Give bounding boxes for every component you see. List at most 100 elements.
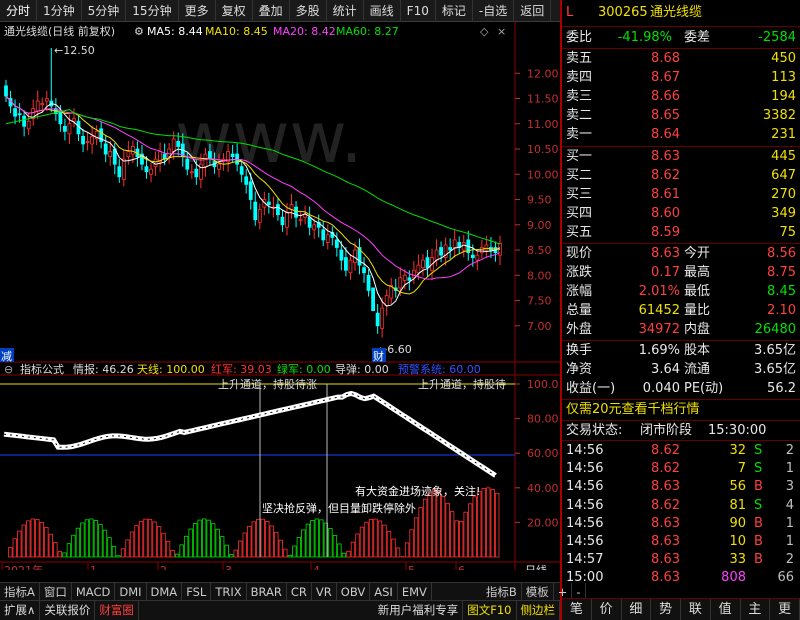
toolbar-item[interactable]: 叠加	[253, 0, 290, 22]
toolbar-item[interactable]: 画线	[364, 0, 401, 22]
sell-volume: 113	[771, 70, 796, 85]
settings-icon[interactable]: ⚙	[134, 25, 144, 38]
quote-tab[interactable]: 主	[741, 599, 771, 620]
indicator-tab[interactable]: BRAR	[247, 582, 287, 601]
buy-price: 8.61	[651, 187, 680, 202]
quote-tab[interactable]: 笔	[562, 599, 592, 620]
sell-volume: 450	[771, 51, 796, 66]
quote-tab[interactable]: 值	[711, 599, 741, 620]
candle-body	[375, 312, 380, 327]
toolbar-item[interactable]: 分时	[0, 0, 38, 22]
buy-volume: 647	[771, 168, 796, 183]
quote-tab[interactable]: 细	[622, 599, 652, 620]
bottom-left-item[interactable]: 扩展∧	[0, 601, 41, 620]
stat-row: 现价 8.63 今开 8.56	[562, 245, 800, 263]
candle-body	[4, 85, 8, 97]
price-tick-label: 7.50	[527, 295, 552, 308]
buy-level-label: 买三	[566, 187, 593, 202]
quote-tab[interactable]: 更	[770, 599, 800, 620]
buy-level-label: 买五	[566, 225, 593, 240]
sell-row: 卖四 8.67 113	[562, 69, 800, 87]
buy-row: 买二 8.62 647	[562, 167, 800, 185]
stat-row: 总量 61452 量比 2.10	[562, 302, 800, 320]
diamond-icon[interactable]: ◇	[480, 25, 489, 38]
indicator-tab[interactable]: EMV	[398, 582, 432, 601]
toolbar-item[interactable]: F10	[401, 0, 436, 22]
candle-body	[35, 100, 40, 112]
tick-price: 8.62	[651, 443, 680, 458]
candle-body	[26, 120, 31, 130]
indicator-tab[interactable]: ASI	[370, 582, 398, 601]
toolbar-item[interactable]: 更多	[179, 0, 216, 22]
promo-row[interactable]: 仅需20元查看千档行情	[562, 401, 800, 419]
tick-row: 14:56 8.62 32 S 2	[562, 442, 800, 460]
sell-price: 8.66	[651, 89, 680, 104]
indicator-tab[interactable]: DMI	[115, 582, 147, 601]
bottom-left-item[interactable]: 财富圈	[95, 601, 139, 620]
candle-body	[402, 274, 407, 281]
indicator-tab[interactable]: 指标B	[482, 582, 522, 601]
kline-chart[interactable]: www. 通光线缆(日线 前复权) ⚙ MA5: 8.44 MA10: 8.45…	[0, 22, 560, 570]
toolbar-item[interactable]: -自选	[473, 0, 515, 22]
bottom-right-item[interactable]: 图文F10	[463, 601, 517, 620]
bottom-right-item[interactable]: 新用户福利专享	[374, 601, 464, 620]
price-tick-label: 10.00	[527, 168, 559, 181]
tick-count: 66	[777, 570, 794, 586]
quote-tab[interactable]: 联	[681, 599, 711, 620]
indicator-tab[interactable]: 窗口	[40, 582, 72, 601]
candle-body	[303, 214, 308, 218]
toolbar-item[interactable]: 多股	[290, 0, 327, 22]
bottom-right-item[interactable]: 侧边栏	[517, 601, 560, 620]
tick-time: 14:56	[566, 443, 604, 458]
stock-name: 通光线缆	[650, 5, 703, 20]
stat-value: 8.56	[767, 246, 796, 261]
collapse-icon[interactable]: ⊖	[4, 363, 13, 376]
indicator-tab[interactable]: TRIX	[211, 582, 247, 601]
candle-body	[366, 274, 371, 291]
bottom-left-item[interactable]: 关联报价	[40, 601, 96, 620]
toolbar-item[interactable]: 复权	[216, 0, 253, 22]
quote-tab[interactable]: 价	[592, 599, 622, 620]
candle-body	[484, 244, 489, 251]
quote-tabs: 笔价细势联值主更	[562, 598, 800, 620]
toolbar-item[interactable]: 统计	[327, 0, 364, 22]
indicator-tab[interactable]: CR	[287, 582, 312, 601]
indicator-tab[interactable]: VR	[312, 582, 337, 601]
candle-body	[44, 98, 49, 102]
stock-flag: L	[566, 5, 574, 20]
candle-body	[475, 254, 480, 261]
indicator-tab[interactable]: 指标A	[0, 582, 40, 601]
candle-body	[321, 229, 326, 241]
toolbar-item[interactable]: 1分钟	[37, 0, 82, 22]
toolbar-item[interactable]: 5分钟	[82, 0, 127, 22]
candle-body	[452, 239, 457, 248]
buy-row: 买五 8.59 75	[562, 224, 800, 242]
indicator-tab[interactable]: MACD	[72, 582, 116, 601]
candle-body	[40, 103, 45, 105]
annotation-uptrend-1: 上升通道，持股待涨	[218, 377, 317, 391]
period-label: 日线	[525, 563, 547, 570]
stat-label: 外盘	[566, 322, 593, 337]
indicator-tab[interactable]: OBV	[337, 582, 371, 601]
toolbar-item[interactable]: 标记	[436, 0, 473, 22]
toolbar-item[interactable]: 返回	[514, 0, 552, 22]
candle-body	[312, 224, 317, 231]
cai-badge: 财	[373, 349, 384, 363]
sell-row: 卖三 8.66 194	[562, 88, 800, 106]
trade-time: 15:30:00	[708, 423, 767, 438]
annotation-rebound: 坚决抢反弹，但目量卸跌停除外	[262, 501, 416, 515]
candle-body	[371, 287, 376, 312]
buy-level-label: 买二	[566, 168, 593, 183]
tick-row: 14:56 8.62 7 S 1	[562, 460, 800, 478]
toolbar-item[interactable]: 15分钟	[126, 0, 179, 22]
candle-body	[189, 171, 194, 174]
indicator-tab[interactable]: 模板	[522, 582, 554, 601]
indicator-tab[interactable]: FSL	[182, 582, 212, 601]
indicator-tick-label: 20.00	[527, 516, 559, 529]
indicator-tab[interactable]: DMA	[147, 582, 183, 601]
quote-tab[interactable]: 势	[651, 599, 681, 620]
sell-level-label: 卖二	[566, 108, 593, 123]
candle-body	[153, 158, 158, 168]
close-icon[interactable]: ×	[497, 25, 506, 38]
ma5-label: MA5: 8.44	[147, 25, 203, 38]
